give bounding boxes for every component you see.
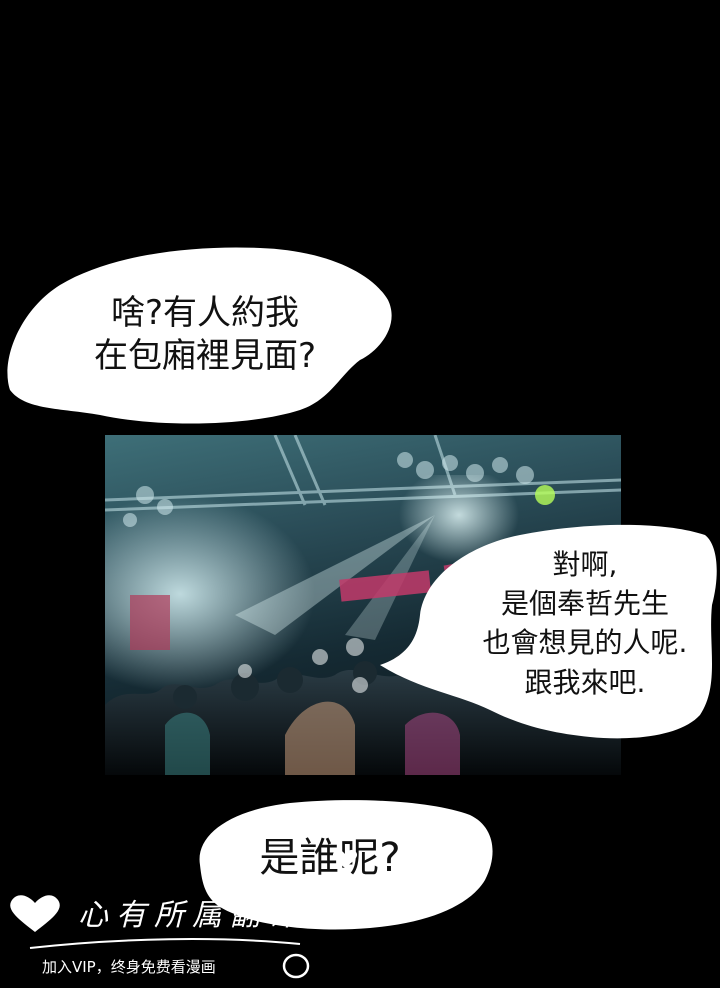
heart-icon: [10, 895, 60, 932]
speech-bubble-top: 啥?有人約我 在包廂裡見面?: [0, 240, 400, 430]
watermark-title: 心有所属翻译团队: [78, 898, 382, 933]
speech-line: 對啊,: [552, 548, 618, 581]
speech-line: 啥?有人約我: [110, 293, 300, 333]
speech-bubble-middle: 對啊, 是個奉哲先生 也會想見的人呢. 跟我來吧.: [360, 515, 720, 745]
watermark-subtitle: 加入VIP，终身免费看漫画: [42, 958, 216, 976]
speech-line: 跟我來吧.: [524, 665, 646, 699]
speech-line: 也會想見的人呢.: [482, 626, 688, 660]
ring-icon: [282, 953, 310, 979]
speech-line: 在包廂裡見面?: [93, 335, 317, 376]
speech-line: 是個奉哲先生: [500, 587, 669, 621]
speech-bubble-top-text: 啥?有人約我 在包廂裡見面?: [60, 292, 350, 377]
translator-watermark: 心有所属翻译团队 加入VIP，终身免费看漫画: [0, 840, 480, 988]
speech-bubble-middle-text: 對啊, 是個奉哲先生 也會想見的人呢. 跟我來吧.: [460, 545, 710, 702]
comic-page: 啥?有人約我 在包廂裡見面? 對啊, 是個奉哲先生 也會想見的人呢. 跟我來吧.…: [0, 0, 720, 988]
